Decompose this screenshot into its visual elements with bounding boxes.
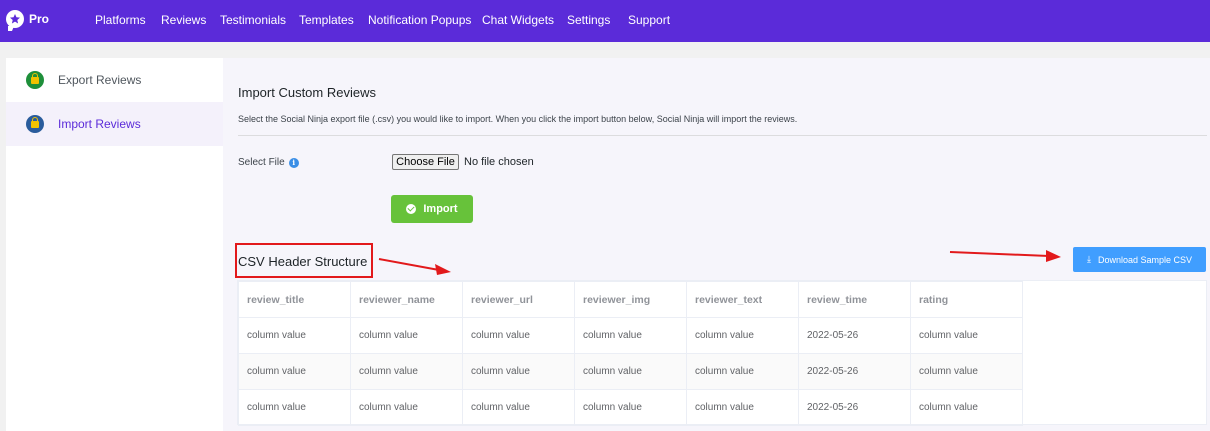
table-cell: 2022-05-26	[798, 389, 911, 426]
column-header: reviewer_name	[350, 281, 463, 318]
info-icon[interactable]: i	[288, 157, 299, 168]
logo-text: Pro	[29, 12, 50, 26]
table-cell: column value	[462, 353, 575, 390]
table-row: column value column value column value c…	[238, 389, 1023, 426]
nav-chat-widgets[interactable]: Chat Widgets	[482, 13, 554, 27]
select-file-text: Select File	[238, 157, 285, 168]
page-title: Import Custom Reviews	[238, 85, 376, 100]
table-cell: column value	[910, 389, 1023, 426]
column-header: review_time	[798, 281, 911, 318]
table-cell: column value	[686, 389, 799, 426]
column-header: reviewer_text	[686, 281, 799, 318]
logo[interactable]: Pro	[6, 10, 50, 31]
table-cell: column value	[574, 353, 687, 390]
download-icon: ⤓	[1086, 254, 1091, 264]
nav-notification-popups[interactable]: Notification Popups	[368, 13, 471, 27]
table-cell: 2022-05-26	[798, 317, 911, 354]
page-description: Select the Social Ninja export file (.cs…	[238, 114, 798, 124]
import-button-label: Import	[423, 203, 458, 215]
nav-settings[interactable]: Settings	[567, 13, 610, 27]
annotation-arrow-right	[949, 250, 1061, 262]
sidebar-item-export-reviews[interactable]: Export Reviews	[6, 58, 223, 102]
main-panel: Import Custom Reviews Select the Social …	[223, 58, 1210, 431]
select-file-label: Select File i	[238, 157, 299, 168]
table-cell: column value	[462, 389, 575, 426]
table-cell: column value	[462, 317, 575, 354]
column-header: reviewer_img	[574, 281, 687, 318]
column-header: review_title	[238, 281, 351, 318]
annotation-arrow-left	[378, 258, 451, 275]
table-cell: column value	[686, 353, 799, 390]
sidebar-item-import-reviews[interactable]: Import Reviews	[6, 102, 223, 146]
nav-platforms[interactable]: Platforms	[95, 13, 146, 27]
sidebar: Export Reviews Import Reviews	[6, 58, 223, 431]
table-cell: column value	[238, 389, 351, 426]
table-cell: column value	[350, 389, 463, 426]
table-cell: column value	[238, 317, 351, 354]
table-cell: column value	[350, 317, 463, 354]
csv-header-table: review_title reviewer_name reviewer_url …	[237, 280, 1207, 426]
nav-reviews[interactable]: Reviews	[161, 13, 206, 27]
table-cell: column value	[238, 353, 351, 390]
nav-testimonials[interactable]: Testimonials	[220, 13, 286, 27]
column-header: rating	[910, 281, 1023, 318]
download-sample-csv-button[interactable]: ⤓ Download Sample CSV	[1073, 247, 1206, 272]
csv-header-structure-heading: CSV Header Structure	[238, 254, 368, 269]
top-nav-bar: Pro Platforms Reviews Testimonials Templ…	[0, 0, 1210, 42]
sidebar-item-label: Import Reviews	[58, 117, 141, 131]
table-row: column value column value column value c…	[238, 317, 1023, 354]
divider	[238, 135, 1207, 136]
no-file-chosen-text: No file chosen	[464, 156, 534, 168]
column-header: reviewer_url	[462, 281, 575, 318]
choose-file-button[interactable]: Choose File	[392, 154, 459, 170]
nav-templates[interactable]: Templates	[299, 13, 354, 27]
table-cell: column value	[350, 353, 463, 390]
nav-support[interactable]: Support	[628, 13, 670, 27]
table-cell: column value	[910, 353, 1023, 390]
table-cell: column value	[910, 317, 1023, 354]
sidebar-item-label: Export Reviews	[58, 73, 142, 87]
lock-icon	[26, 115, 44, 133]
table-cell: 2022-05-26	[798, 353, 911, 390]
logo-star-icon	[6, 10, 24, 31]
table-cell: column value	[574, 317, 687, 354]
check-circle-icon	[406, 204, 417, 214]
table-cell: column value	[574, 389, 687, 426]
download-button-label: Download Sample CSV	[1097, 254, 1193, 265]
lock-icon	[26, 71, 44, 89]
import-button[interactable]: Import	[391, 195, 473, 223]
table-header-row: review_title reviewer_name reviewer_url …	[238, 281, 1023, 318]
table-row: column value column value column value c…	[238, 353, 1023, 390]
table-cell: column value	[686, 317, 799, 354]
